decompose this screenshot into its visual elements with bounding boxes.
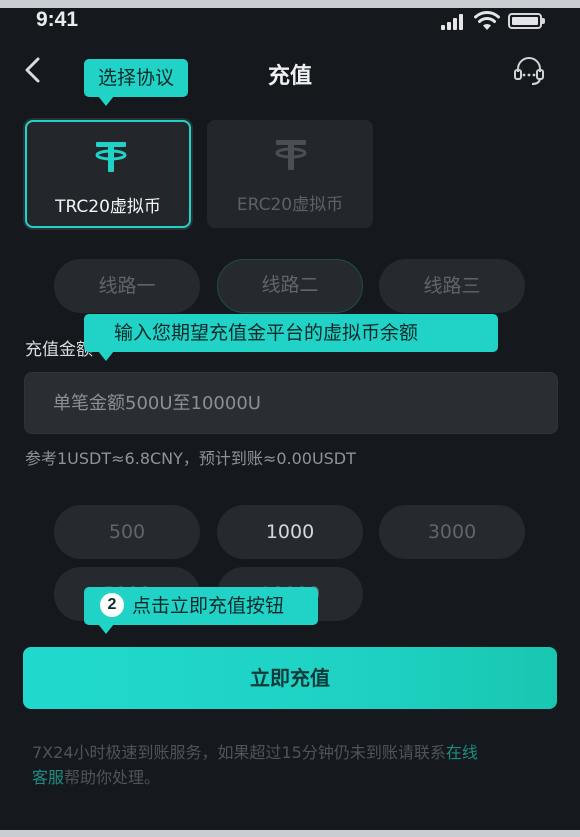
status-time: 9:41 — [36, 8, 79, 31]
route-option-2[interactable]: 线路二 — [217, 259, 363, 313]
amount-input[interactable] — [24, 372, 558, 434]
protocol-label: TRC20虚拟币 — [55, 197, 161, 217]
protocol-label: ERC20虚拟币 — [236, 195, 344, 215]
protocol-card-erc20[interactable]: ERC20虚拟币 — [207, 120, 373, 228]
wifi-icon — [474, 11, 500, 30]
notice-text: 7X24小时极速到账服务，如果超过15分钟仍未到账请联系 — [32, 743, 446, 762]
quick-amount-500[interactable]: 500 — [54, 505, 200, 559]
tether-usdt-icon — [95, 142, 127, 172]
amount-label: 充值金额 — [25, 340, 93, 360]
tooltip-click-button: 2 点击立即充值按钮 — [84, 587, 318, 634]
tooltip-input-amount: 输入您期望充值金平台的虚拟币余额 — [84, 314, 498, 361]
quick-amount-3000[interactable]: 3000 — [379, 505, 525, 559]
tooltip-text: 点击立即充值按钮 — [132, 595, 285, 617]
cellular-signal-icon — [441, 14, 467, 30]
battery-icon — [508, 13, 545, 29]
step-number-badge: 2 — [100, 592, 124, 617]
quick-amount-1000[interactable]: 1000 — [217, 505, 363, 559]
route-option-3[interactable]: 线路三 — [379, 259, 525, 313]
recharge-now-button[interactable]: 立即充值 — [23, 647, 557, 709]
phone-screen: 9:41 充值 TRC20虚拟币 ERC20虚拟币 线路一 线路二 线路三 充值… — [0, 8, 580, 830]
exchange-reference-text: 参考1USDT≈6.8CNY，预计到账≈0.00USDT — [25, 449, 356, 468]
customer-service-headset-icon[interactable] — [512, 54, 546, 88]
notice-text-end: 帮助你处理。 — [64, 768, 161, 787]
protocol-card-trc20[interactable]: TRC20虚拟币 — [25, 120, 191, 228]
tooltip-select-protocol: 选择协议 — [84, 59, 189, 106]
service-notice: 7X24小时极速到账服务，如果超过15分钟仍未到账请联系在线客服帮助你处理。 — [32, 740, 492, 790]
status-bar: 9:41 — [0, 8, 580, 36]
route-option-1[interactable]: 线路一 — [54, 259, 200, 313]
tether-usdt-icon — [275, 140, 307, 170]
